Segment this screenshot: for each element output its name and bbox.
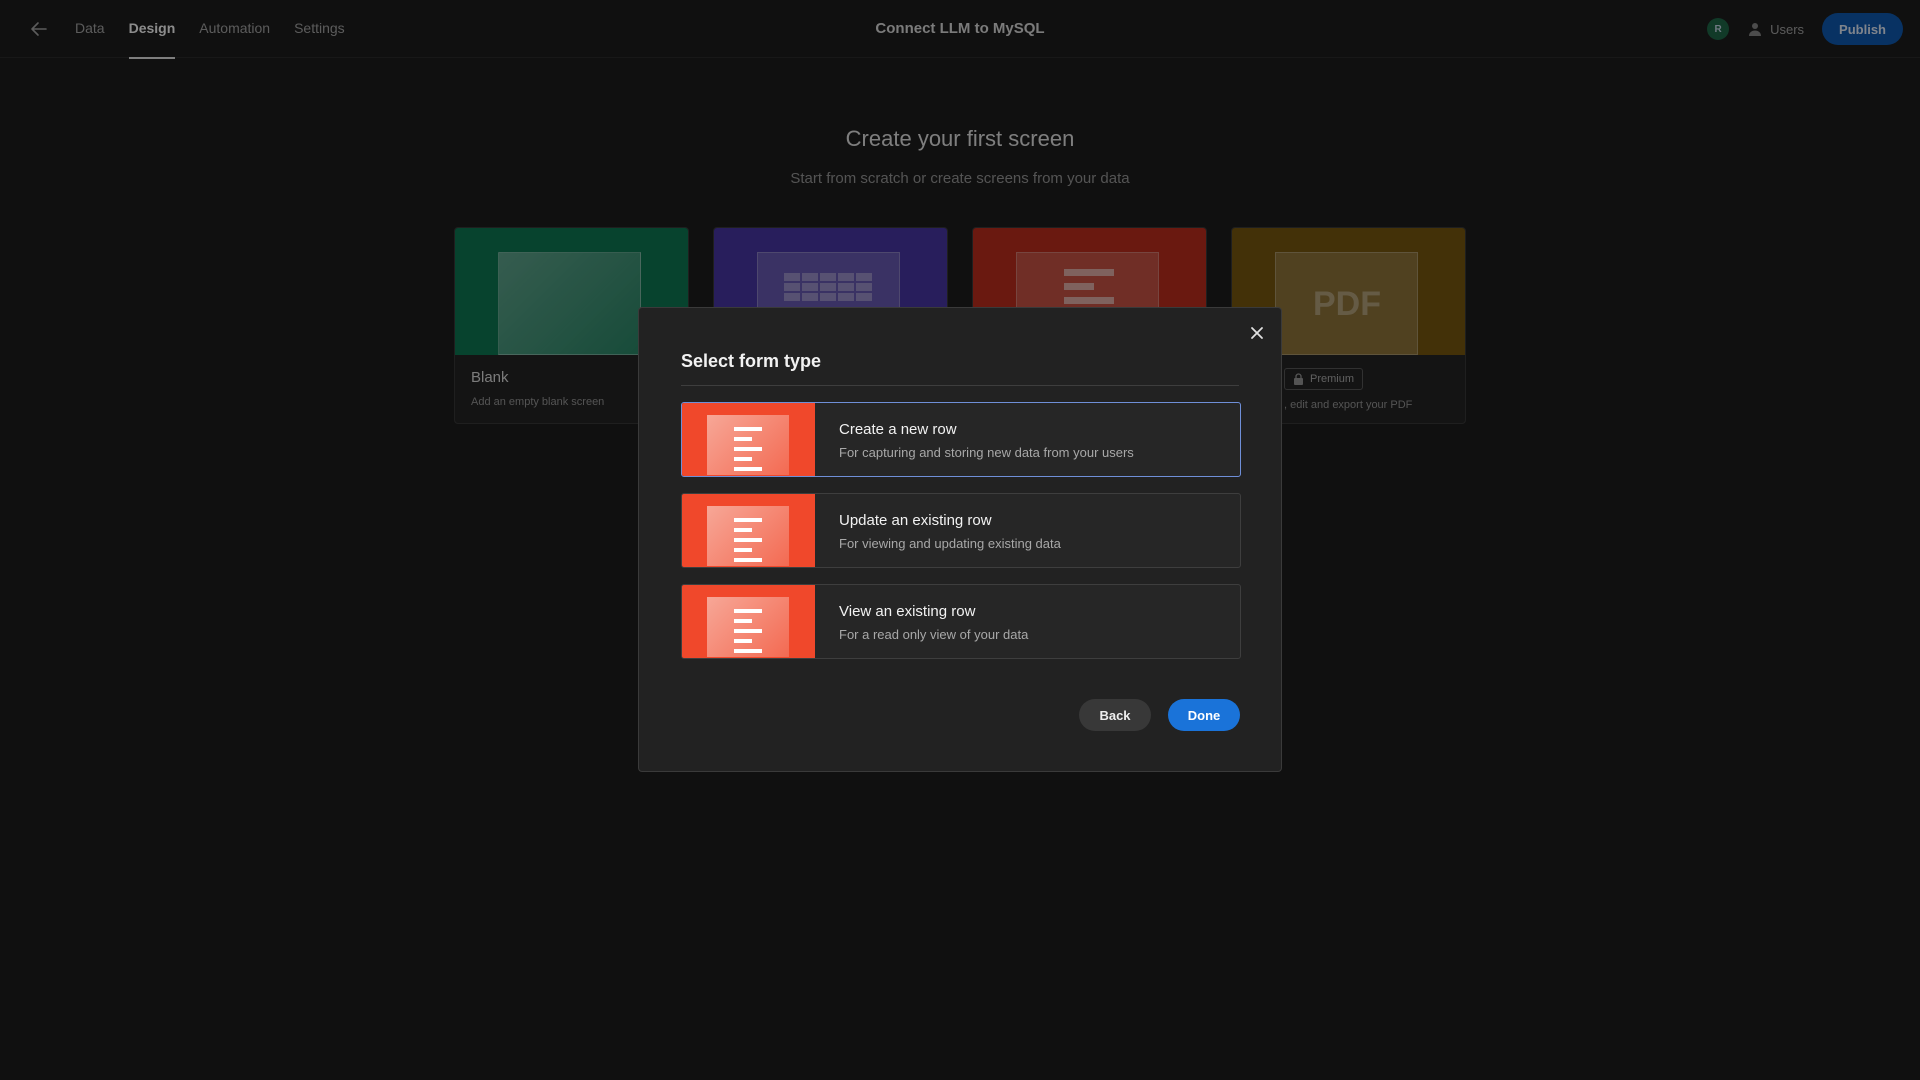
select-form-type-modal: Select form type Create a new row For ca… xyxy=(638,307,1282,772)
form-thumbnail-icon xyxy=(682,494,815,567)
option-view-row[interactable]: View an existing row For a read only vie… xyxy=(681,584,1241,659)
modal-title: Select form type xyxy=(681,351,822,371)
option-update-row[interactable]: Update an existing row For viewing and u… xyxy=(681,493,1241,568)
form-thumbnail-icon xyxy=(682,585,815,658)
option-desc: For viewing and updating existing data xyxy=(839,536,1061,551)
option-desc: For a read only view of your data xyxy=(839,627,1029,642)
close-icon[interactable] xyxy=(1247,323,1267,343)
done-button[interactable]: Done xyxy=(1168,699,1240,731)
option-create-row[interactable]: Create a new row For capturing and stori… xyxy=(681,402,1241,477)
option-title: View an existing row xyxy=(839,603,976,620)
back-button[interactable]: Back xyxy=(1079,699,1151,731)
divider xyxy=(681,385,1239,386)
form-thumbnail-icon xyxy=(682,403,815,476)
option-desc: For capturing and storing new data from … xyxy=(839,445,1134,460)
option-title: Create a new row xyxy=(839,421,957,438)
option-title: Update an existing row xyxy=(839,512,992,529)
